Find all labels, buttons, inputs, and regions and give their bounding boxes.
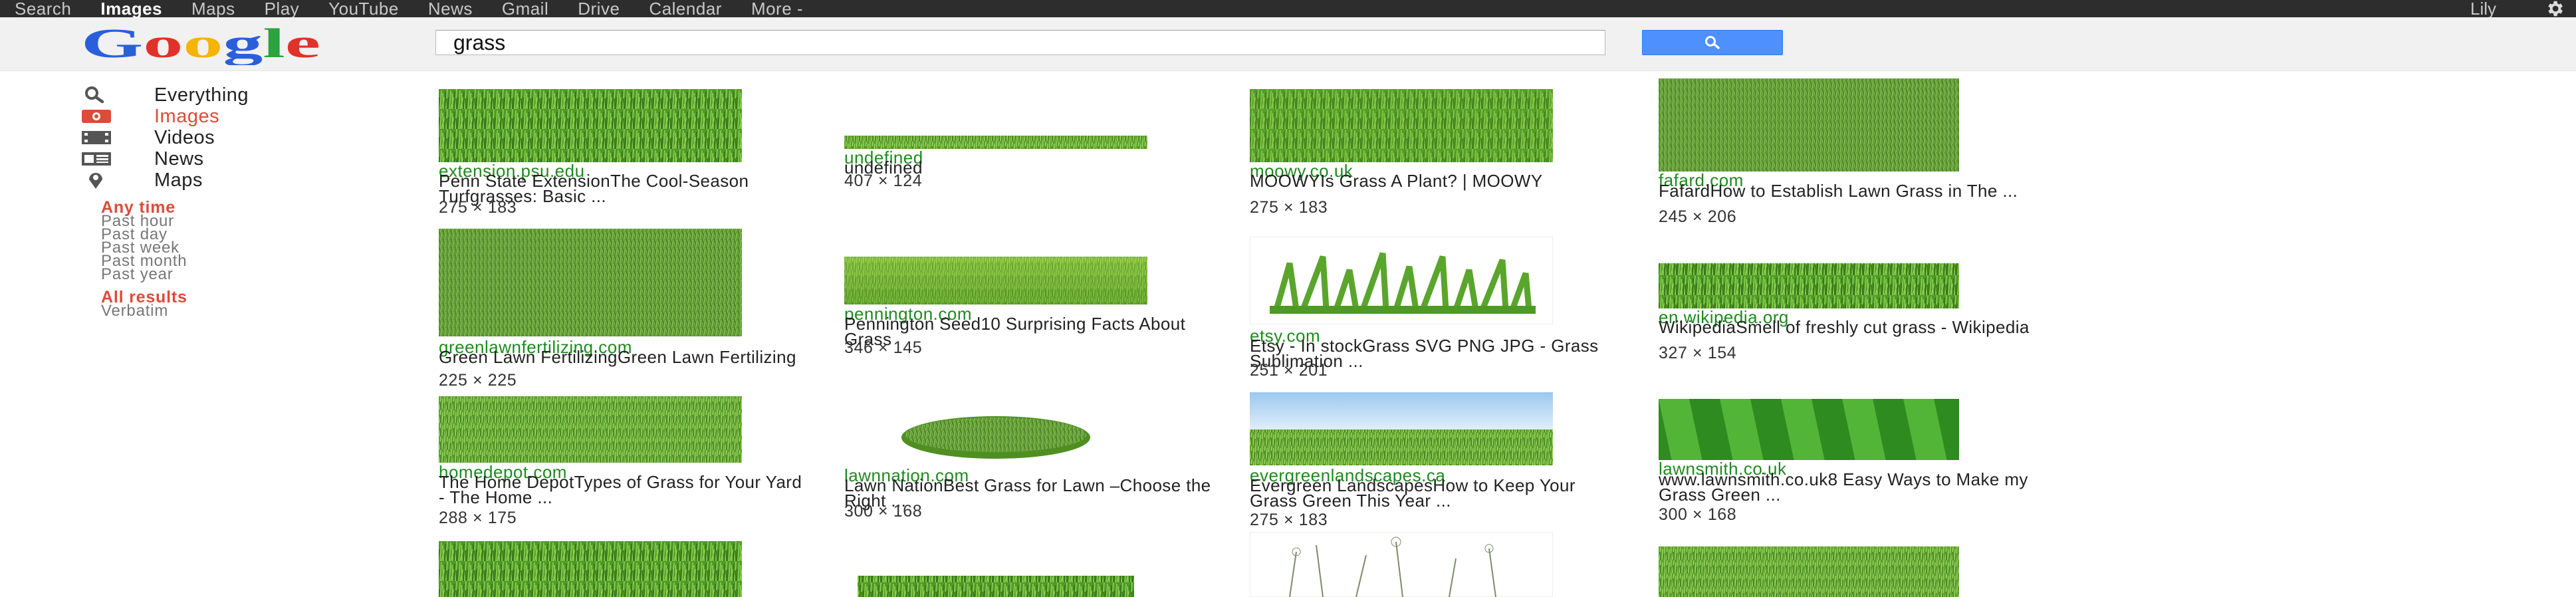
result-thumbnail[interactable] bbox=[1659, 399, 1959, 460]
result-thumbnail[interactable] bbox=[1659, 546, 1959, 597]
result-title[interactable]: FafardHow to Establish Lawn Grass in The… bbox=[1659, 182, 2031, 199]
result-thumbnail[interactable] bbox=[844, 114, 1147, 149]
result-thumbnail[interactable] bbox=[844, 403, 1147, 469]
sidebar-item-label: Maps bbox=[154, 169, 203, 191]
camera-icon bbox=[81, 106, 113, 126]
result-thumbnail[interactable] bbox=[439, 229, 742, 336]
result-thumbnail[interactable] bbox=[844, 562, 1147, 597]
search-icon bbox=[81, 85, 113, 105]
result-title[interactable]: Green Lawn FertilizingGreen Lawn Fertili… bbox=[439, 348, 811, 366]
gear-icon[interactable] bbox=[2543, 0, 2567, 19]
sidebar-item-label: Images bbox=[154, 105, 220, 127]
top-navigation-bar: Search Images Maps Play YouTube News Gma… bbox=[0, 0, 2576, 19]
result-thumbnail[interactable] bbox=[439, 396, 742, 463]
result-dimensions: 288 × 175 bbox=[439, 509, 517, 527]
result-title[interactable]: www.lawnsmith.co.uk8 Easy Ways to Make m… bbox=[1659, 471, 2031, 503]
sidebar-item-videos[interactable]: Videos bbox=[81, 126, 215, 148]
sidebar-item-images[interactable]: Images bbox=[81, 105, 220, 127]
result-dimensions: 275 × 183 bbox=[1250, 511, 1328, 529]
result-dimensions: 225 × 225 bbox=[439, 371, 517, 390]
result-thumbnail[interactable] bbox=[1250, 89, 1553, 162]
result-title[interactable]: Evergreen LandscapesHow to Keep Your Gra… bbox=[1250, 477, 1622, 509]
result-dimensions: 327 × 154 bbox=[1659, 344, 1737, 362]
result-title[interactable]: The Home DepotTypes of Grass for Your Ya… bbox=[439, 473, 811, 506]
result-dimensions: 300 × 168 bbox=[844, 502, 923, 521]
nav-link-maps[interactable]: Maps bbox=[191, 0, 235, 19]
sidebar-item-label: Videos bbox=[154, 126, 215, 148]
newspaper-icon bbox=[81, 149, 113, 169]
search-button[interactable] bbox=[1642, 30, 1783, 55]
svg-text:Google: Google bbox=[81, 21, 320, 65]
result-thumbnail[interactable] bbox=[439, 541, 742, 597]
result-dimensions: 251 × 201 bbox=[1250, 361, 1328, 380]
search-input[interactable] bbox=[435, 30, 1605, 55]
result-title[interactable]: WikipediaSmell of freshly cut grass - Wi… bbox=[1659, 318, 2031, 336]
nav-link-drive[interactable]: Drive bbox=[578, 0, 620, 19]
search-icon bbox=[1705, 36, 1720, 49]
sidebar-item-label: News bbox=[154, 148, 204, 170]
result-dimensions: 407 × 124 bbox=[844, 172, 923, 190]
result-thumbnail[interactable] bbox=[844, 257, 1147, 304]
nav-link-play[interactable]: Play bbox=[265, 0, 300, 19]
time-filter-past-year[interactable]: Past year bbox=[101, 265, 174, 284]
results-filter-verbatim[interactable]: Verbatim bbox=[101, 302, 168, 320]
result-thumbnail[interactable] bbox=[439, 89, 742, 162]
result-dimensions: 346 × 145 bbox=[844, 338, 923, 357]
search-header: Google bbox=[0, 17, 2576, 71]
result-dimensions: 245 × 206 bbox=[1659, 207, 1737, 226]
sidebar-item-maps[interactable]: Maps bbox=[81, 169, 203, 191]
result-dimensions: 275 × 183 bbox=[1250, 198, 1328, 217]
sidebar-item-news[interactable]: News bbox=[81, 148, 204, 170]
result-dimensions: 300 × 168 bbox=[1659, 505, 1737, 524]
result-dimensions: 275 × 183 bbox=[439, 198, 517, 217]
film-icon bbox=[81, 128, 113, 148]
nav-link-search[interactable]: Search bbox=[15, 0, 71, 19]
sidebar-item-everything[interactable]: Everything bbox=[81, 84, 249, 106]
account-name[interactable]: Lily bbox=[2470, 0, 2496, 17]
sidebar-item-label: Everything bbox=[154, 84, 249, 106]
result-title[interactable]: MOOWYIs Grass A Plant? | MOOWY bbox=[1250, 172, 1622, 189]
result-thumbnail[interactable] bbox=[1250, 392, 1553, 465]
result-thumbnail[interactable] bbox=[1250, 532, 1553, 597]
nav-link-calendar[interactable]: Calendar bbox=[649, 0, 722, 19]
result-thumbnail[interactable] bbox=[1250, 237, 1553, 324]
nav-link-news[interactable]: News bbox=[428, 0, 473, 19]
nav-link-youtube[interactable]: YouTube bbox=[328, 0, 399, 19]
nav-link-more[interactable]: More - bbox=[751, 0, 803, 19]
result-thumbnail[interactable] bbox=[1659, 78, 1959, 172]
google-logo[interactable]: Google bbox=[78, 21, 324, 65]
nav-link-images[interactable]: Images bbox=[100, 0, 162, 19]
nav-link-gmail[interactable]: Gmail bbox=[502, 0, 548, 19]
result-thumbnail[interactable] bbox=[1659, 255, 1959, 308]
map-pin-icon bbox=[81, 170, 113, 190]
top-nav-links: Search Images Maps Play YouTube News Gma… bbox=[15, 0, 832, 19]
